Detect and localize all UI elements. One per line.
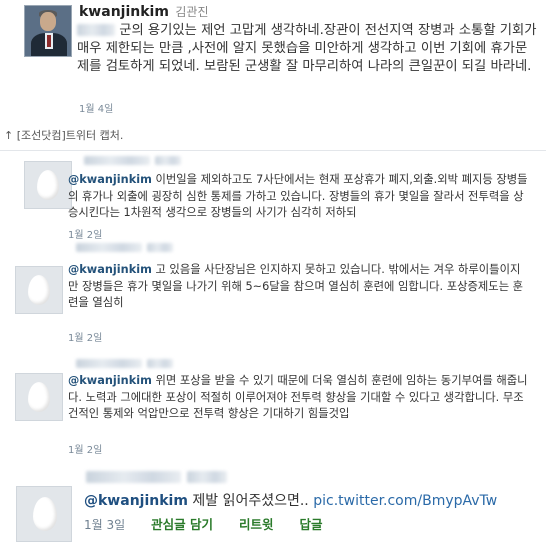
mention-link[interactable]: @kwanjinkim (68, 374, 152, 387)
tweet-actions: 1월 3일 관심글 담기 리트윗 답글 (84, 514, 323, 533)
profile-avatar[interactable] (24, 5, 72, 57)
mention-link[interactable]: @kwanjinkim (68, 263, 152, 276)
reply-text: @kwanjinkim 위면 포상을 받을 수 있기 때문에 더욱 열심히 훈련… (68, 373, 530, 423)
reply-timestamp[interactable]: 1월 2일 (68, 329, 102, 344)
last-tweet-body: 제발 읽어주셨으면.. (187, 493, 314, 509)
reply-author-blurred (84, 155, 181, 168)
favorite-button[interactable]: 관심글 담기 (151, 517, 213, 532)
main-tweet-text: 군의 용기있는 제언 고맙게 생각하네.장관이 전선지역 장병과 소통할 기회가… (77, 22, 537, 76)
main-fullname: 김관진 (175, 5, 209, 19)
screenshot-caption: ↑ [조선닷컴]트위터 캡처. (4, 129, 124, 142)
main-tweet: kwanjinkim 김관진 군의 용기있는 제언 고맙게 생각하네.장관이 전… (0, 0, 546, 122)
last-timestamp[interactable]: 1월 3일 (84, 518, 125, 532)
blurred-name (77, 24, 115, 36)
mention-link[interactable]: @kwanjinkim (84, 493, 188, 509)
default-egg-avatar-icon[interactable] (15, 266, 63, 314)
last-author-blurred (86, 468, 227, 487)
pic-link[interactable]: pic.twitter.com/BmypAvTw (313, 493, 497, 509)
reply-card: @kwanjinkim 고 있음을 사단장님은 인지하지 못하고 있습니다. 밖… (0, 240, 546, 355)
default-egg-avatar-icon[interactable] (24, 161, 72, 209)
main-author: kwanjinkim 김관진 (79, 3, 209, 20)
default-egg-avatar-icon[interactable] (16, 486, 72, 542)
reply-text: @kwanjinkim 이번일을 제외하고도 7사단에서는 현재 포상휴가 폐지… (68, 172, 530, 222)
avatar-head (40, 12, 56, 31)
avatar-tie (47, 35, 51, 47)
main-username[interactable]: kwanjinkim (79, 4, 169, 20)
reply-author-blurred (76, 358, 173, 371)
reply-button[interactable]: 답글 (300, 517, 323, 532)
last-tweet-text: @kwanjinkim 제발 읽어주셨으면.. pic.twitter.com/… (84, 490, 497, 510)
main-timestamp[interactable]: 1월 4일 (79, 100, 113, 115)
retweet-button[interactable]: 리트윗 (239, 517, 274, 532)
default-egg-avatar-icon[interactable] (15, 373, 63, 421)
reply-timestamp[interactable]: 1월 2일 (68, 226, 102, 241)
reply-card: @kwanjinkim 이번일을 제외하고도 7사단에서는 현재 포상휴가 폐지… (0, 150, 546, 241)
main-tweet-body: 군의 용기있는 제언 고맙게 생각하네.장관이 전선지역 장병과 소통할 기회가… (77, 23, 537, 74)
reply-card: @kwanjinkim 위면 포상을 받을 수 있기 때문에 더욱 열심히 훈련… (0, 355, 546, 458)
mention-link[interactable]: @kwanjinkim (68, 173, 152, 186)
reply-timestamp[interactable]: 1월 2일 (68, 441, 102, 456)
reply-author-blurred (76, 242, 173, 255)
reply-text: @kwanjinkim 고 있음을 사단장님은 인지하지 못하고 있습니다. 밖… (68, 262, 530, 312)
